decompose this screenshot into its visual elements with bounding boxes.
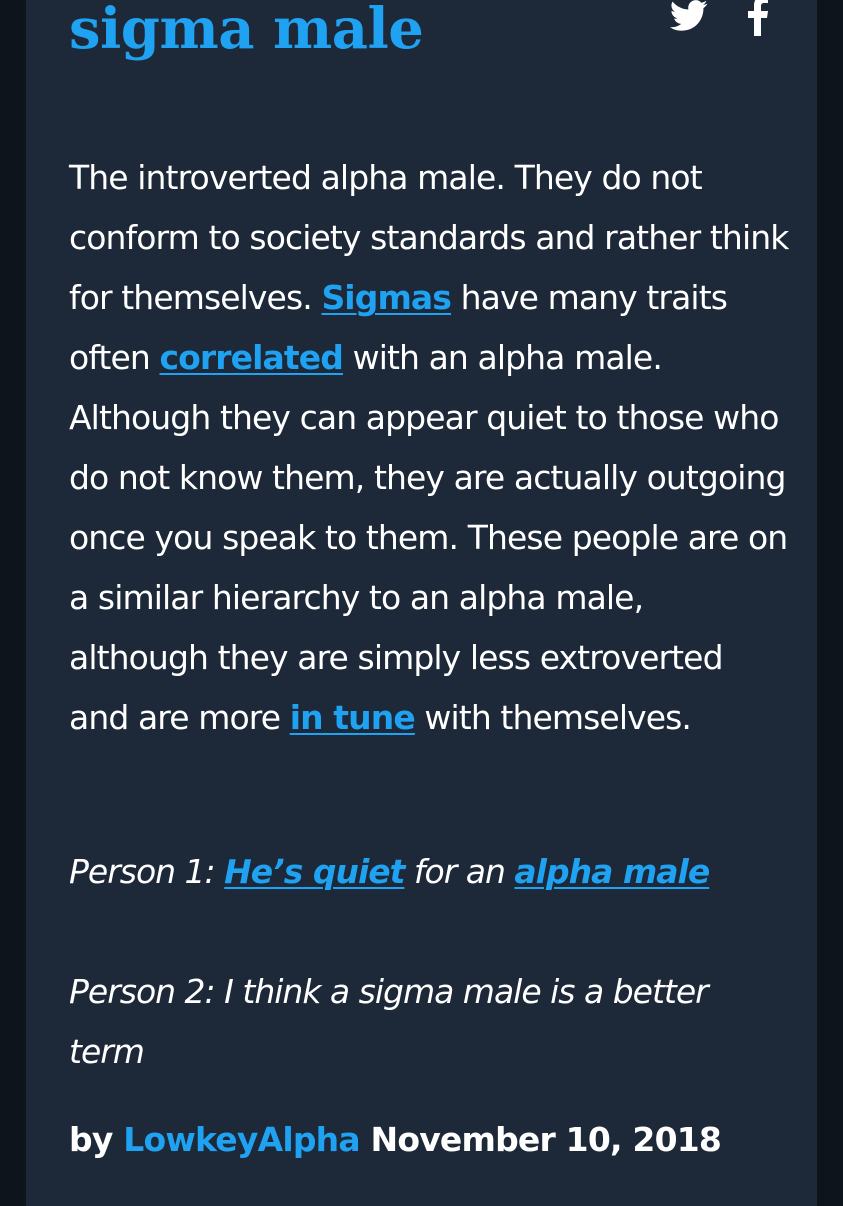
twitter-share-button[interactable] bbox=[670, 0, 708, 40]
definition-word-link[interactable]: sigma male bbox=[69, 0, 424, 62]
example-text: Person 1: bbox=[69, 852, 225, 891]
contributor-prefix: by bbox=[69, 1120, 113, 1159]
author-link[interactable]: LowkeyAlpha bbox=[123, 1120, 360, 1159]
link-in-tune[interactable]: in tune bbox=[290, 698, 416, 737]
page-margin-left bbox=[0, 0, 26, 1206]
definition-example-1: Person 1: He’s quiet for an alpha male bbox=[69, 842, 789, 902]
definition-card: sigma male The introverted alpha male. T… bbox=[26, 0, 817, 1206]
link-correlated[interactable]: correlated bbox=[159, 338, 343, 377]
meaning-text: with an alpha male. Although they can ap… bbox=[69, 338, 788, 737]
facebook-icon bbox=[748, 0, 768, 36]
twitter-icon bbox=[670, 0, 708, 32]
definition-example-2: Person 2: I think a sigma male is a bett… bbox=[69, 972, 709, 1071]
link-alpha-male[interactable]: alpha male bbox=[514, 852, 710, 891]
definition-meaning: The introverted alpha male. They do not … bbox=[69, 148, 789, 748]
link-hes-quiet[interactable]: He’s quiet bbox=[224, 852, 405, 891]
contributor-line: by LowkeyAlpha November 10, 2018 bbox=[69, 1120, 722, 1159]
example-text: for an bbox=[404, 852, 515, 891]
facebook-share-button[interactable] bbox=[748, 0, 768, 36]
page-margin-right bbox=[817, 0, 843, 1206]
post-date: November 10, 2018 bbox=[370, 1120, 722, 1159]
link-sigmas[interactable]: Sigmas bbox=[321, 278, 452, 317]
meaning-text: with themselves. bbox=[414, 698, 692, 737]
